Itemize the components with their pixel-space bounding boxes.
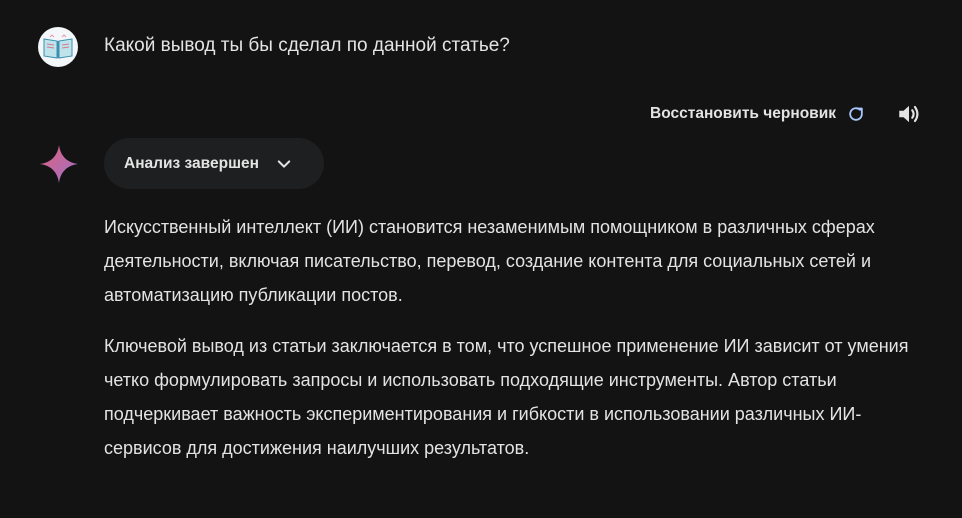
book-avatar-icon bbox=[43, 34, 73, 59]
chevron-down-icon bbox=[275, 155, 293, 173]
analysis-complete-toggle[interactable]: Анализ завершен bbox=[104, 138, 324, 189]
restore-draft-button[interactable]: Восстановить черновик bbox=[650, 104, 866, 124]
response-toolbar: Восстановить черновик bbox=[650, 98, 922, 130]
restore-draft-label: Восстановить черновик bbox=[650, 105, 836, 122]
user-avatar bbox=[38, 27, 78, 67]
chat-view: Какой вывод ты бы сделал по данной стать… bbox=[0, 0, 962, 518]
analysis-chip-label: Анализ завершен bbox=[124, 154, 259, 172]
response-paragraph: Ключевой вывод из статьи заключается в т… bbox=[104, 336, 909, 458]
assistant-response: Искусственный интеллект (ИИ) становится … bbox=[104, 210, 924, 482]
user-message: Какой вывод ты бы сделал по данной стать… bbox=[104, 35, 510, 56]
gemini-sparkle-icon bbox=[39, 144, 79, 184]
refresh-icon bbox=[846, 104, 866, 124]
response-paragraph: Искусственный интеллект (ИИ) становится … bbox=[104, 217, 875, 305]
speaker-icon[interactable] bbox=[896, 101, 922, 127]
